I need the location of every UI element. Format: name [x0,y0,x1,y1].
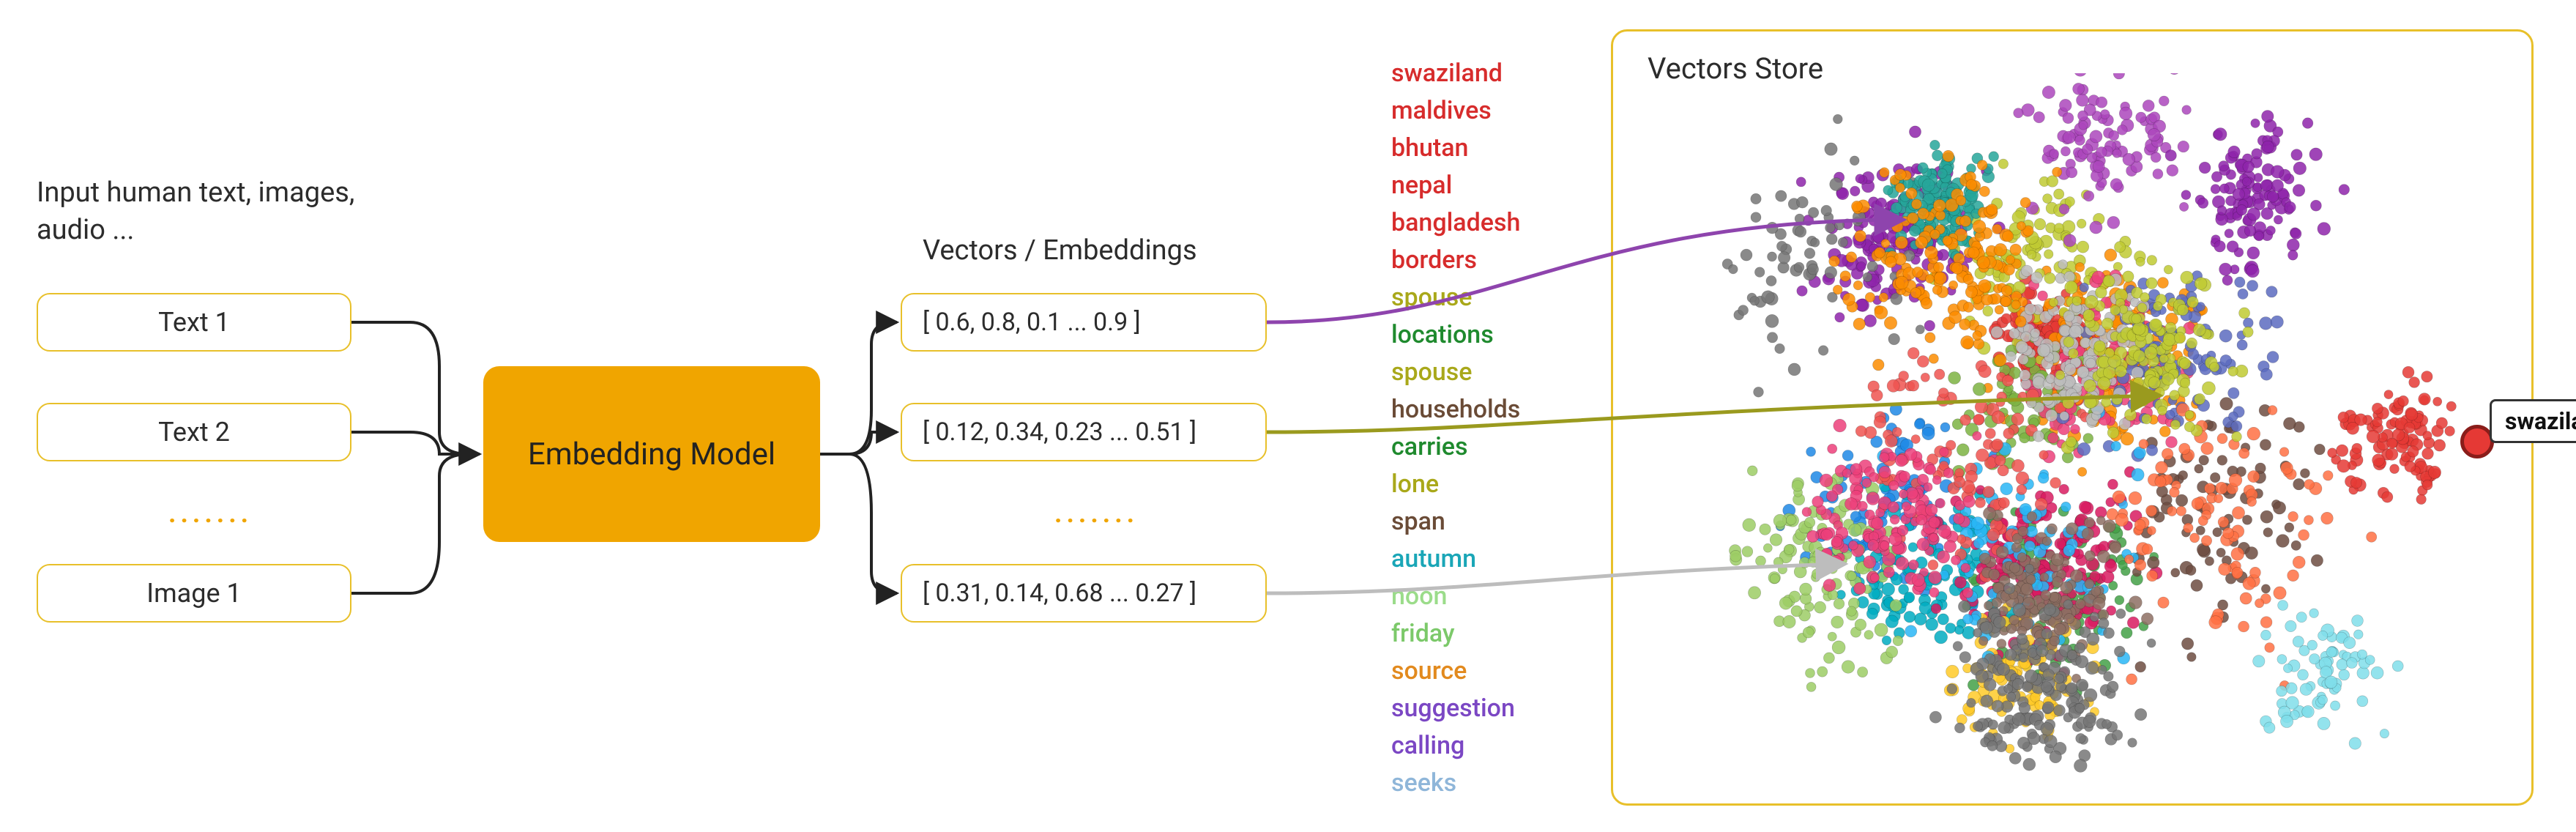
embedding-model-box: Embedding Model [483,366,820,542]
input-heading: Input human text, images, audio ... [37,174,417,250]
word-list-item: seeks [1391,765,1520,802]
word-list-item: households [1391,391,1520,428]
highlight-label: swaziland [2490,399,2576,443]
vectors-ellipsis: ....... [1054,498,1139,529]
vector-item: [ 0.6, 0.8, 0.1 ... 0.9 ] [901,293,1267,352]
word-list-item: noon [1391,578,1520,615]
word-list-item: bhutan [1391,130,1520,167]
word-list-item: spouse [1391,354,1520,391]
word-list-item: nepal [1391,167,1520,204]
word-list-item: borders [1391,242,1520,279]
word-list-item: span [1391,503,1520,541]
word-list-item: source [1391,653,1520,690]
vector-item: [ 0.31, 0.14, 0.68 ... 0.27 ] [901,564,1267,623]
vector-item: [ 0.12, 0.34, 0.23 ... 0.51 ] [901,403,1267,461]
input-item: Text 1 [37,293,351,352]
word-list-item: bangladesh [1391,204,1520,242]
input-item: Text 2 [37,403,351,461]
word-list-item: autumn [1391,541,1520,578]
input-item: Image 1 [37,564,351,623]
word-list-item: maldives [1391,92,1520,130]
vectors-heading: Vectors / Embeddings [923,234,1197,267]
word-list-item: swaziland [1391,55,1520,92]
word-list-item: carries [1391,428,1520,466]
diagram-root: Input human text, images, audio ... Vect… [0,0,2576,832]
word-list-item: spouse [1391,279,1520,316]
embedding-scatter [1633,73,2512,791]
word-list: swazilandmaldivesbhutannepalbangladeshbo… [1391,55,1520,802]
input-ellipsis: ....... [168,498,253,529]
word-list-item: friday [1391,615,1520,653]
word-list-item: lone [1391,466,1520,503]
word-list-item: calling [1391,727,1520,765]
word-list-item: locations [1391,316,1520,354]
word-list-item: suggestion [1391,690,1520,727]
